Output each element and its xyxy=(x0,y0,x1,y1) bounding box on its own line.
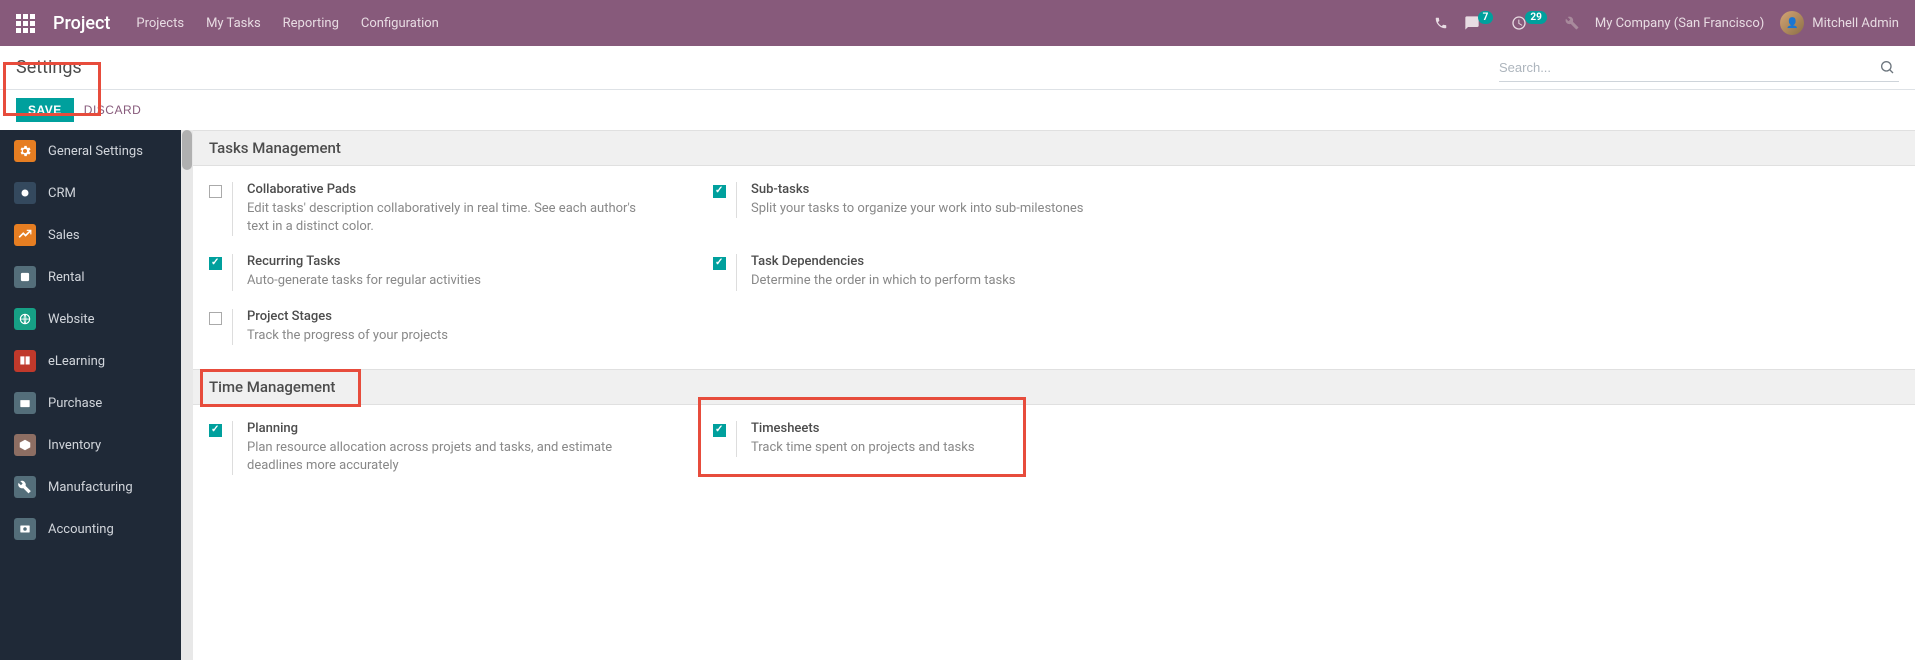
setting-recurring-tasks: Recurring Tasks Auto-generate tasks for … xyxy=(209,254,689,290)
checkbox-task-dependencies[interactable] xyxy=(713,257,726,270)
setting-timesheets: Timesheets Track time spent on projects … xyxy=(713,421,1193,475)
avatar: 👤 xyxy=(1780,11,1804,35)
search-wrap xyxy=(1499,54,1899,82)
book-icon xyxy=(14,350,36,372)
checkbox-collaborative-pads[interactable] xyxy=(209,185,222,198)
checkbox-planning[interactable] xyxy=(209,424,222,437)
setting-task-dependencies: Task Dependencies Determine the order in… xyxy=(713,254,1193,290)
nav-projects[interactable]: Projects xyxy=(136,16,184,31)
section-time-management: Time Management xyxy=(193,369,1915,405)
user-menu[interactable]: 👤 Mitchell Admin xyxy=(1780,11,1899,35)
box-icon xyxy=(14,434,36,456)
messages-icon[interactable]: 7 xyxy=(1464,15,1496,31)
search-icon[interactable] xyxy=(1875,59,1899,75)
messages-badge: 7 xyxy=(1478,11,1494,24)
setting-desc: Edit tasks' description collaboratively … xyxy=(247,200,647,236)
sidebar-item-label: Inventory xyxy=(48,438,101,453)
setting-desc: Determine the order in which to perform … xyxy=(751,272,1016,290)
wrench-icon xyxy=(14,476,36,498)
activities-icon[interactable]: 29 xyxy=(1511,15,1548,31)
checkbox-project-stages[interactable] xyxy=(209,312,222,325)
annotation-box-section xyxy=(200,369,361,407)
checkbox-recurring-tasks[interactable] xyxy=(209,257,222,270)
sidebar-item-purchase[interactable]: Purchase xyxy=(0,382,181,424)
sidebar-item-manufacturing[interactable]: Manufacturing xyxy=(0,466,181,508)
sidebar-item-label: Rental xyxy=(48,270,85,285)
sidebar-item-sales[interactable]: Sales xyxy=(0,214,181,256)
gear-icon xyxy=(14,140,36,162)
sidebar-item-label: Website xyxy=(48,312,95,327)
activities-badge: 29 xyxy=(1525,11,1546,24)
sidebar-item-label: CRM xyxy=(48,186,76,201)
search-input[interactable] xyxy=(1499,54,1875,81)
brand-title[interactable]: Project xyxy=(53,13,110,34)
setting-title: Collaborative Pads xyxy=(247,182,647,197)
nav-my-tasks[interactable]: My Tasks xyxy=(206,16,261,31)
phone-icon[interactable] xyxy=(1434,16,1448,30)
setting-desc: Split your tasks to organize your work i… xyxy=(751,200,1083,218)
sidebar-item-rental[interactable]: Rental xyxy=(0,256,181,298)
setting-title: Task Dependencies xyxy=(751,254,1016,269)
section-tasks-management: Tasks Management xyxy=(193,130,1915,166)
sidebar-item-label: General Settings xyxy=(48,144,143,159)
apps-icon[interactable] xyxy=(16,14,35,33)
settings-grid-time: Planning Plan resource allocation across… xyxy=(193,405,1915,499)
chart-icon xyxy=(14,224,36,246)
setting-title: Planning xyxy=(247,421,647,436)
sidebar-item-label: eLearning xyxy=(48,354,105,369)
settings-sidebar: General Settings CRM Sales Rental Websit… xyxy=(0,130,181,660)
actions-row: SAVE DISCARD xyxy=(0,90,1915,130)
sidebar-item-inventory[interactable]: Inventory xyxy=(0,424,181,466)
debug-icon[interactable] xyxy=(1565,16,1579,30)
breadcrumb-row: Settings xyxy=(0,46,1915,90)
annotation-box-title xyxy=(3,62,101,116)
setting-title: Sub-tasks xyxy=(751,182,1083,197)
navbar-right: 7 29 My Company (San Francisco) 👤 Mitche… xyxy=(1434,11,1899,35)
handshake-icon xyxy=(14,182,36,204)
setting-title: Project Stages xyxy=(247,309,448,324)
sidebar-item-website[interactable]: Website xyxy=(0,298,181,340)
sidebar-item-label: Purchase xyxy=(48,396,102,411)
scrollbar-thumb[interactable] xyxy=(182,130,192,170)
sidebar-item-accounting[interactable]: Accounting xyxy=(0,508,181,550)
setting-project-stages: Project Stages Track the progress of you… xyxy=(209,309,689,345)
nav-configuration[interactable]: Configuration xyxy=(361,16,439,31)
sidebar-item-general[interactable]: General Settings xyxy=(0,130,181,172)
money-icon xyxy=(14,518,36,540)
top-navbar: Project Projects My Tasks Reporting Conf… xyxy=(0,0,1915,46)
setting-desc: Plan resource allocation across projets … xyxy=(247,439,647,475)
navbar-left: Project Projects My Tasks Reporting Conf… xyxy=(16,13,439,34)
nav-reporting[interactable]: Reporting xyxy=(283,16,339,31)
nav-menu: Projects My Tasks Reporting Configuratio… xyxy=(136,16,438,31)
setting-title: Recurring Tasks xyxy=(247,254,481,269)
sidebar-item-label: Accounting xyxy=(48,522,114,537)
sidebar-item-crm[interactable]: CRM xyxy=(0,172,181,214)
settings-grid-tasks: Collaborative Pads Edit tasks' descripti… xyxy=(193,166,1915,369)
setting-desc: Track the progress of your projects xyxy=(247,327,448,345)
company-selector[interactable]: My Company (San Francisco) xyxy=(1595,16,1764,31)
cart-icon xyxy=(14,392,36,414)
user-name: Mitchell Admin xyxy=(1812,16,1899,31)
settings-content: Tasks Management Collaborative Pads Edit… xyxy=(193,130,1915,660)
setting-planning: Planning Plan resource allocation across… xyxy=(209,421,689,475)
sidebar-item-elearning[interactable]: eLearning xyxy=(0,340,181,382)
main: General Settings CRM Sales Rental Websit… xyxy=(0,130,1915,660)
globe-icon xyxy=(14,308,36,330)
annotation-box-timesheets xyxy=(698,397,1026,477)
sidebar-item-label: Manufacturing xyxy=(48,480,133,495)
key-icon xyxy=(14,266,36,288)
checkbox-sub-tasks[interactable] xyxy=(713,185,726,198)
sidebar-item-label: Sales xyxy=(48,228,80,243)
setting-desc: Auto-generate tasks for regular activiti… xyxy=(247,272,481,290)
sidebar-scrollbar[interactable] xyxy=(181,130,193,660)
setting-sub-tasks: Sub-tasks Split your tasks to organize y… xyxy=(713,182,1193,236)
setting-collaborative-pads: Collaborative Pads Edit tasks' descripti… xyxy=(209,182,689,236)
